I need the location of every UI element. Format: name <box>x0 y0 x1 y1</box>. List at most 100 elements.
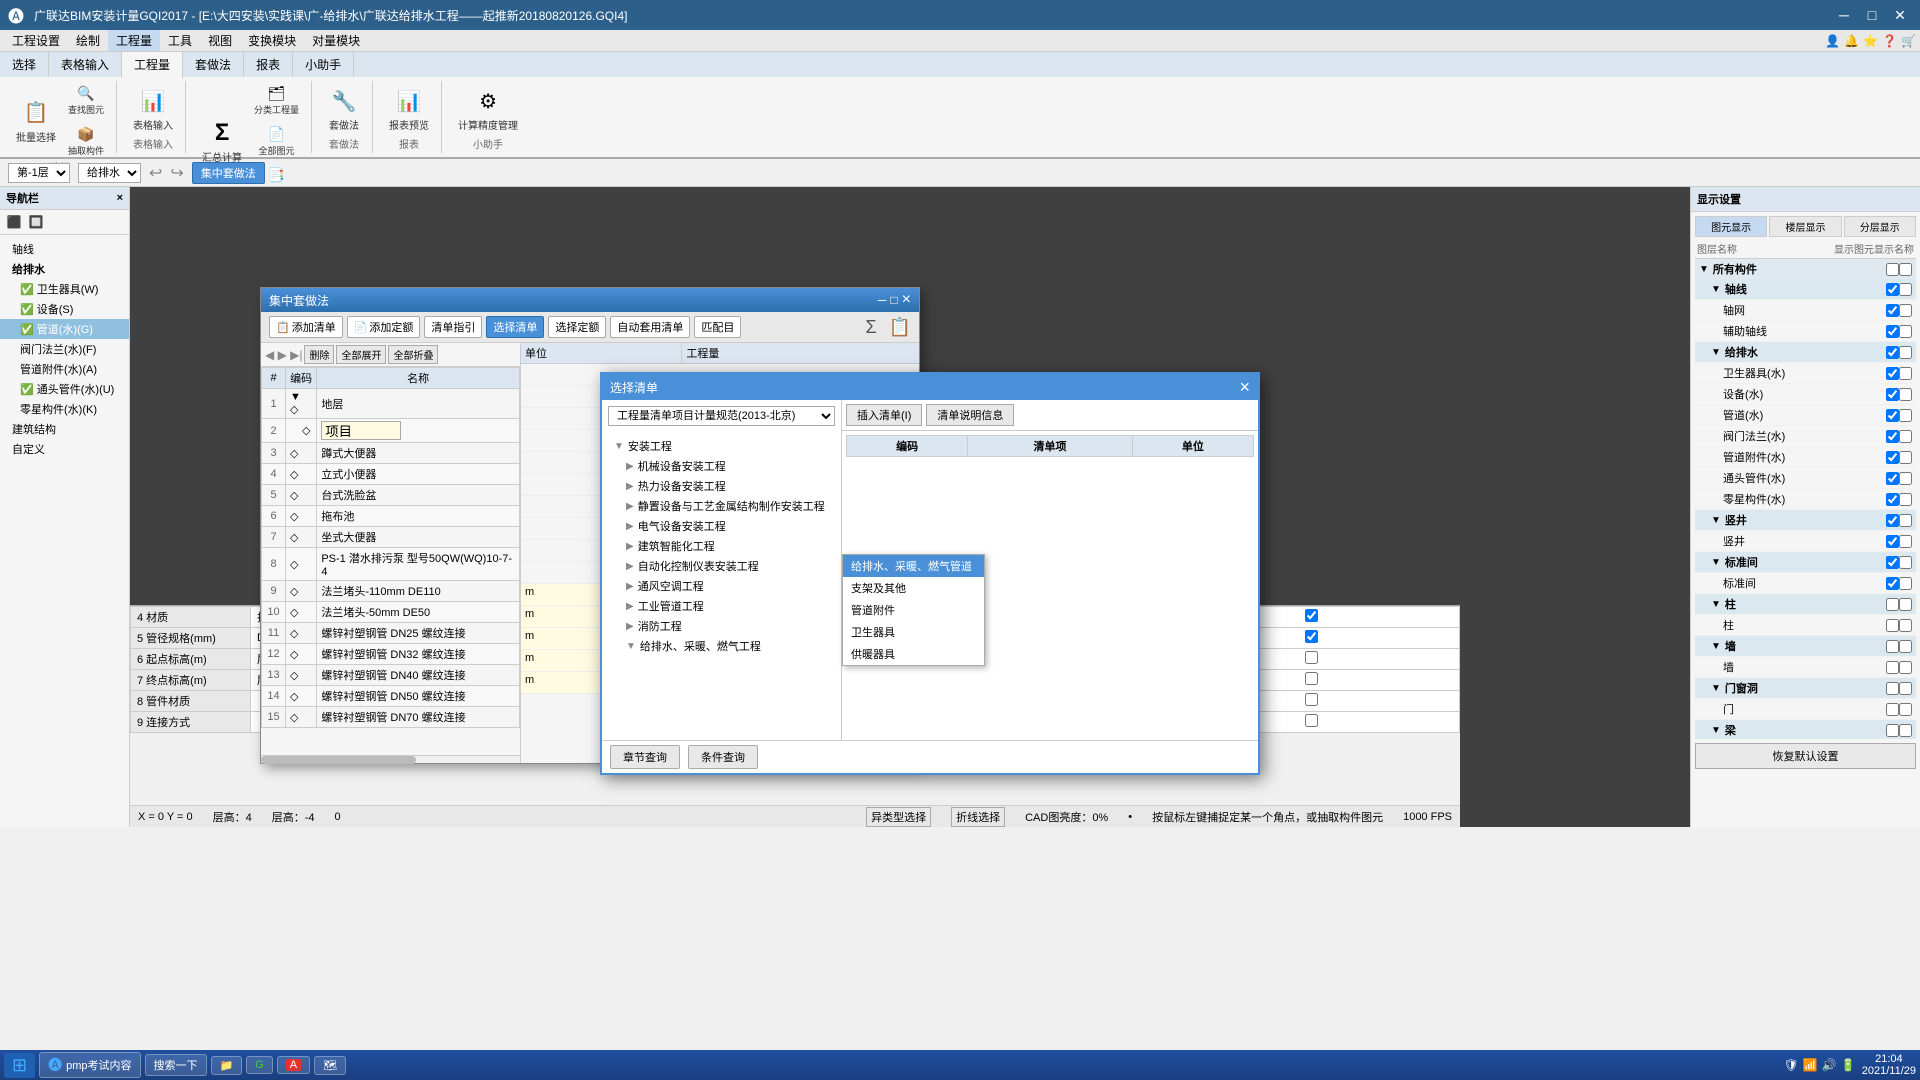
tree-item-geipaishui[interactable]: ▼给排水、采暖、燃气工程 <box>606 636 837 656</box>
start-button[interactable]: ⊞ <box>4 1053 35 1078</box>
floor-select[interactable]: 第-1层 <box>8 163 70 183</box>
menu-gongju[interactable]: 工具 <box>160 30 200 51</box>
jizhong-maximize-btn[interactable]: □ <box>890 291 897 309</box>
taskbar-btn-aa[interactable]: A <box>277 1056 310 1074</box>
biaozhun2-check2[interactable] <box>1899 577 1912 590</box>
menu-huizhi[interactable]: 绘制 <box>68 30 108 51</box>
table-row[interactable]: 4 ◇ 立式小便器 <box>262 464 520 485</box>
tree-item-xiaofang[interactable]: ▶消防工程 <box>606 616 837 636</box>
table-row[interactable]: 9 ◇ 法兰堵头-110mm DE110 <box>262 581 520 602</box>
gd-check2[interactable] <box>1899 409 1912 422</box>
nav-item-weishengqiju[interactable]: ✅ 卫生器具(W) <box>0 279 129 299</box>
display-group-zhouxian[interactable]: ▼ 轴线 <box>1695 279 1916 300</box>
tree-item-jixie[interactable]: ▶机械设备安装工程 <box>606 456 837 476</box>
expand-tongfeng[interactable]: ▶ <box>626 581 634 592</box>
display-group-shujing[interactable]: ▼ 竖井 <box>1695 510 1916 531</box>
expand-jingzhi[interactable]: ▶ <box>626 501 634 512</box>
biaozhun-check1[interactable] <box>1886 556 1899 569</box>
nav-item-falmen[interactable]: 阀门法兰(水)(F) <box>0 339 129 359</box>
shebei-check1[interactable] <box>1886 388 1899 401</box>
shujing-check2[interactable] <box>1899 514 1912 527</box>
nav-item-tongtou[interactable]: ✅ 通头管件(水)(U) <box>0 379 129 399</box>
display-group-gps[interactable]: ▼ 给排水 <box>1695 342 1916 363</box>
tab-floor-display[interactable]: 楼层显示 <box>1769 216 1841 237</box>
expand-dianqi[interactable]: ▶ <box>626 521 634 532</box>
ribbon-tab-xiaozhushou[interactable]: 小助手 <box>293 52 354 77</box>
fuzhu-check1[interactable] <box>1886 325 1899 338</box>
find-element-btn[interactable]: 🔍 查找图元 <box>64 81 108 118</box>
nav-tool-1[interactable]: ⬛ <box>4 212 24 232</box>
precision-btn[interactable]: ⚙ 计算精度管理 <box>454 82 522 135</box>
xuanze-close-btn[interactable]: × <box>1239 378 1250 396</box>
table-row[interactable]: 12 ◇ 螺锌衬塑钢管 DN32 螺纹连接 <box>262 644 520 665</box>
display-group-qiang[interactable]: ▼ 墙 <box>1695 636 1916 657</box>
expand-all-btn[interactable]: 全部展开 <box>336 345 386 364</box>
batch-select-btn[interactable]: 📋 批量选择 <box>12 94 60 147</box>
display-group-men[interactable]: ▼ 门窗洞 <box>1695 678 1916 699</box>
taskbar-btn-chrome[interactable]: G <box>246 1056 273 1074</box>
table-row[interactable]: 2 ◇ <box>262 419 520 443</box>
table-summary-icon[interactable]: 📋 <box>889 317 911 338</box>
maximize-btn[interactable]: □ <box>1860 5 1884 25</box>
table-row[interactable]: 7 ◇ 坐式大便器 <box>262 527 520 548</box>
display-group-biaozhun[interactable]: ▼ 标准间 <box>1695 552 1916 573</box>
select-dinge-btn[interactable]: 选择定额 <box>548 316 606 338</box>
menu-gongchengliang[interactable]: 工程量 <box>108 30 160 51</box>
shujing2-check1[interactable] <box>1886 535 1899 548</box>
qiang-check1[interactable] <box>1886 640 1899 653</box>
ribbon-tab-xuanze[interactable]: 选择 <box>0 52 49 77</box>
add-dinge-btn[interactable]: 📄添加定额 <box>347 316 421 338</box>
type-select[interactable]: 给排水 <box>78 163 141 183</box>
table-row[interactable]: 13 ◇ 螺锌衬塑钢管 DN40 螺纹连接 <box>262 665 520 686</box>
display-group-zhu[interactable]: ▼ 柱 <box>1695 594 1916 615</box>
zhu2-check2[interactable] <box>1899 619 1912 632</box>
table-row[interactable]: 14 ◇ 螺锌衬塑钢管 DN50 螺纹连接 <box>262 686 520 707</box>
redo-icon[interactable]: ↪ <box>170 163 183 183</box>
shujing-check1[interactable] <box>1886 514 1899 527</box>
liang-check1[interactable] <box>1886 724 1899 737</box>
add-qingdan-btn[interactable]: 📋添加清单 <box>269 316 343 338</box>
biaozhun2-check1[interactable] <box>1886 577 1899 590</box>
report-preview-btn[interactable]: 📊 报表预览 <box>385 82 433 135</box>
display-group-liang[interactable]: ▼ 梁 <box>1695 720 1916 739</box>
falmen-check2[interactable] <box>1899 430 1912 443</box>
menu-shitu[interactable]: 视图 <box>200 30 240 51</box>
guandaofj-check1[interactable] <box>1886 451 1899 464</box>
expand-reli[interactable]: ▶ <box>626 481 634 492</box>
nav-item-zhouxian[interactable]: 轴线 <box>0 239 129 259</box>
men-check2[interactable] <box>1899 682 1912 695</box>
ribbon-tab-gongchengliang[interactable]: 工程量 <box>122 52 183 79</box>
table-row[interactable]: 3 ◇ 蹲式大便器 <box>262 443 520 464</box>
liang-check2[interactable] <box>1899 724 1912 737</box>
zhouxian-check2[interactable] <box>1899 283 1912 296</box>
expand-jianzhu[interactable]: ▶ <box>626 541 634 552</box>
nav-item-zidingyi[interactable]: 自定义 <box>0 439 129 459</box>
nav-item-guandao[interactable]: ✅ 管道(水)(G) <box>0 319 129 339</box>
tongtou-check1[interactable] <box>1886 472 1899 485</box>
qiang2-check1[interactable] <box>1886 661 1899 674</box>
taskbar-btn-map[interactable]: 🗺 <box>314 1056 346 1075</box>
nav-item-jianzhu[interactable]: 建筑结构 <box>0 419 129 439</box>
table-row[interactable]: 11 ◇ 螺锌衬塑钢管 DN25 螺纹连接 <box>262 623 520 644</box>
tree-item-zidonghua[interactable]: ▶自动化控制仪表安装工程 <box>606 556 837 576</box>
expand-geipaishui[interactable]: ▼ <box>626 641 636 652</box>
expand-jixie[interactable]: ▶ <box>626 461 634 472</box>
qiang2-check2[interactable] <box>1899 661 1912 674</box>
row-name-2[interactable] <box>317 419 520 443</box>
taskbar-btn-folder[interactable]: 📁 <box>211 1056 243 1075</box>
ribbon-tab-baobiao[interactable]: 报表 <box>244 52 293 77</box>
collapse-all-btn[interactable]: 全部折叠 <box>388 345 438 364</box>
bell-icon[interactable]: 🔔 <box>1844 34 1859 48</box>
table-row[interactable]: 15 ◇ 螺锌衬塑钢管 DN70 螺纹连接 <box>262 707 520 728</box>
tree-item-jingzhi[interactable]: ▶静置设备与工艺金属结构制作安装工程 <box>606 496 837 516</box>
apply-method-btn[interactable]: 🔧 套做法 <box>324 82 364 135</box>
tongtou-check2[interactable] <box>1899 472 1912 485</box>
tree-item-dianqi[interactable]: ▶电气设备安装工程 <box>606 516 837 536</box>
biaozhun-check2[interactable] <box>1899 556 1912 569</box>
nav-item-jipaishuii[interactable]: 给排水 <box>0 259 129 279</box>
tree-item-reli[interactable]: ▶热力设备安装工程 <box>606 476 837 496</box>
sum-icon[interactable]: Σ <box>865 317 876 338</box>
scrollbar-thumb[interactable] <box>261 756 416 764</box>
row-2-input[interactable] <box>321 421 401 440</box>
guandaofj-check2[interactable] <box>1899 451 1912 464</box>
